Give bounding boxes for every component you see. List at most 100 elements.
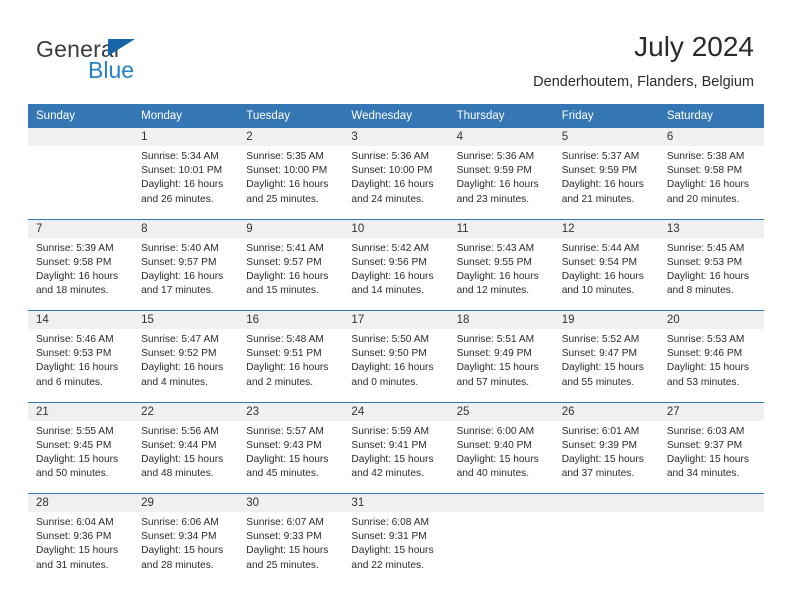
day-info-line: Daylight: 15 hours <box>666 362 749 374</box>
day-number[interactable]: 24 <box>343 401 449 421</box>
day-number[interactable]: 4 <box>448 128 554 146</box>
day-cell[interactable]: Sunrise: 5:46 AM Sunset: 9:53 PM Daylight:… <box>28 329 134 402</box>
day-cell[interactable]: Sunrise: 6:03 AM Sunset: 9:37 PM Daylight:… <box>658 420 764 494</box>
day-number[interactable]: 9 <box>238 218 344 238</box>
day-number[interactable]: 18 <box>448 310 554 329</box>
day-cell[interactable]: Sunrise: 5:51 AM Sunset: 9:49 PM Daylight:… <box>448 329 554 402</box>
day-cell[interactable]: Sunrise: 5:41 AM Sunset: 9:57 PM Daylight:… <box>238 237 344 311</box>
day-info-line: and 24 minutes. <box>351 193 424 205</box>
day-cell[interactable]: Sunrise: 5:56 AM Sunset: 9:44 PM Daylight:… <box>133 420 239 494</box>
day-number[interactable]: 28 <box>28 493 134 512</box>
day-number[interactable]: 26 <box>553 401 659 421</box>
day-info-line: Sunrise: 5:44 AM <box>561 242 640 254</box>
day-cell[interactable]: Sunrise: 5:55 AM Sunset: 9:45 PM Daylight:… <box>28 420 134 494</box>
day-number[interactable]: 6 <box>658 128 764 146</box>
day-cell[interactable]: Sunrise: 5:47 AM Sunset: 9:52 PM Daylight:… <box>133 329 239 402</box>
day-number[interactable]: 13 <box>658 218 764 238</box>
day-cell[interactable]: Sunrise: 6:08 AM Sunset: 9:31 PM Daylight:… <box>343 512 449 585</box>
week-info-row: Sunrise: 5:34 AM Sunset: 10:01 PM Daylight… <box>28 146 764 219</box>
day-cell[interactable]: Sunrise: 5:37 AM Sunset: 9:59 PM Daylight:… <box>553 146 659 219</box>
day-cell[interactable]: Sunrise: 5:48 AM Sunset: 9:51 PM Daylight:… <box>238 329 344 402</box>
day-info-line: and 21 minutes. <box>561 193 635 205</box>
day-info-line: Daylight: 15 hours <box>456 362 539 374</box>
day-number[interactable]: 20 <box>658 310 764 329</box>
day-number[interactable]: 23 <box>238 401 344 421</box>
day-cell[interactable]: Sunrise: 5:36 AM Sunset: 9:59 PM Daylight:… <box>448 146 554 219</box>
day-cell[interactable]: Sunrise: 6:00 AM Sunset: 9:40 PM Daylight:… <box>448 420 554 494</box>
day-info-line: and 25 minutes. <box>246 193 319 205</box>
day-number[interactable]: 8 <box>133 218 239 238</box>
day-info-line: Sunrise: 5:37 AM <box>561 151 640 162</box>
day-info-line: Daylight: 16 hours <box>246 179 329 191</box>
day-cell[interactable]: Sunrise: 5:38 AM Sunset: 9:58 PM Daylight:… <box>658 146 764 219</box>
day-info-line: Sunset: 9:47 PM <box>561 348 638 360</box>
day-number[interactable]: 30 <box>238 493 344 512</box>
day-number[interactable]: 31 <box>343 493 449 512</box>
day-info-line: Sunset: 9:53 PM <box>36 348 112 360</box>
day-number[interactable]: 3 <box>343 128 449 146</box>
day-number[interactable]: 21 <box>28 401 134 421</box>
day-cell[interactable]: Sunrise: 5:57 AM Sunset: 9:43 PM Daylight:… <box>238 420 344 494</box>
day-info-line: and 40 minutes. <box>456 468 530 480</box>
day-info-line: Sunset: 9:54 PM <box>561 256 638 268</box>
day-cell[interactable]: Sunrise: 5:52 AM Sunset: 9:47 PM Daylight:… <box>553 329 659 402</box>
day-cell[interactable]: Sunrise: 5:39 AM Sunset: 9:58 PM Daylight:… <box>28 237 134 311</box>
day-number-empty <box>28 128 134 146</box>
day-info-line: and 15 minutes. <box>246 285 319 297</box>
day-info-line: and 20 minutes. <box>666 193 740 205</box>
day-info-line: and 8 minutes. <box>666 285 734 297</box>
day-cell[interactable]: Sunrise: 5:36 AM Sunset: 10:00 PM Daylight… <box>343 146 449 219</box>
day-cell[interactable]: Sunrise: 5:53 AM Sunset: 9:46 PM Daylight:… <box>658 329 764 402</box>
day-cell[interactable]: Sunrise: 5:34 AM Sunset: 10:01 PM Daylight… <box>133 146 239 219</box>
day-cell[interactable]: Sunrise: 5:45 AM Sunset: 9:53 PM Daylight:… <box>658 237 764 311</box>
day-info-line: Sunset: 9:46 PM <box>666 348 743 360</box>
day-info-line: Sunrise: 6:08 AM <box>351 517 430 528</box>
day-cell[interactable]: Sunrise: 5:44 AM Sunset: 9:54 PM Daylight:… <box>553 237 659 311</box>
brand-logo[interactable]: General Blue <box>36 36 266 86</box>
day-info-line: Sunset: 9:44 PM <box>141 439 217 451</box>
day-info-line: Sunrise: 5:52 AM <box>561 334 640 345</box>
day-cell[interactable]: Sunrise: 5:42 AM Sunset: 9:56 PM Daylight:… <box>343 237 449 311</box>
day-info-line: Sunset: 9:57 PM <box>246 256 322 268</box>
day-number[interactable]: 17 <box>343 310 449 329</box>
week-info-row: Sunrise: 5:46 AM Sunset: 9:53 PM Daylight:… <box>28 329 764 402</box>
day-number[interactable]: 5 <box>553 128 659 146</box>
day-number[interactable]: 29 <box>133 493 239 512</box>
day-info-line: Sunrise: 5:40 AM <box>141 242 219 254</box>
day-info-line: Daylight: 16 hours <box>561 179 644 191</box>
day-info-line: Sunset: 10:01 PM <box>141 165 223 177</box>
day-info-line: Sunrise: 5:46 AM <box>36 334 114 345</box>
day-cell[interactable]: Sunrise: 6:04 AM Sunset: 9:36 PM Daylight:… <box>28 512 134 585</box>
day-number[interactable]: 16 <box>238 310 344 329</box>
day-cell[interactable]: Sunrise: 6:07 AM Sunset: 9:33 PM Daylight:… <box>238 512 344 585</box>
day-info-line: Sunset: 9:55 PM <box>456 256 532 268</box>
day-number[interactable]: 7 <box>28 218 134 238</box>
day-number[interactable]: 25 <box>448 401 554 421</box>
week-date-row: 123456 <box>28 128 764 146</box>
day-number[interactable]: 11 <box>448 218 554 238</box>
day-cell[interactable]: Sunrise: 5:43 AM Sunset: 9:55 PM Daylight:… <box>448 237 554 311</box>
day-info-line: Sunset: 9:43 PM <box>246 439 322 451</box>
day-cell[interactable]: Sunrise: 5:40 AM Sunset: 9:57 PM Daylight:… <box>133 237 239 311</box>
day-info-line: Sunrise: 6:04 AM <box>36 517 114 528</box>
day-number[interactable]: 10 <box>343 218 449 238</box>
day-cell[interactable]: Sunrise: 5:35 AM Sunset: 10:00 PM Daylight… <box>238 146 344 219</box>
day-cell[interactable]: Sunrise: 5:50 AM Sunset: 9:50 PM Daylight:… <box>343 329 449 402</box>
day-number[interactable]: 2 <box>238 128 344 146</box>
day-cell[interactable]: Sunrise: 5:59 AM Sunset: 9:41 PM Daylight:… <box>343 420 449 494</box>
day-cell[interactable]: Sunrise: 6:01 AM Sunset: 9:39 PM Daylight:… <box>553 420 659 494</box>
day-number[interactable]: 27 <box>658 401 764 421</box>
day-number[interactable]: 12 <box>553 218 659 238</box>
day-info-line: Sunrise: 5:48 AM <box>246 334 324 345</box>
day-number[interactable]: 1 <box>133 128 239 146</box>
day-cell-empty <box>448 512 554 585</box>
day-info-line: Daylight: 16 hours <box>141 270 224 282</box>
day-info-line: Sunrise: 6:07 AM <box>246 517 324 528</box>
day-cell[interactable]: Sunrise: 6:06 AM Sunset: 9:34 PM Daylight:… <box>133 512 239 585</box>
day-number[interactable]: 22 <box>133 401 239 421</box>
day-number[interactable]: 19 <box>553 310 659 329</box>
day-number[interactable]: 15 <box>133 310 239 329</box>
day-info-line: Daylight: 16 hours <box>351 179 434 191</box>
day-info-line: Sunrise: 6:01 AM <box>561 425 640 437</box>
day-number[interactable]: 14 <box>28 310 134 329</box>
